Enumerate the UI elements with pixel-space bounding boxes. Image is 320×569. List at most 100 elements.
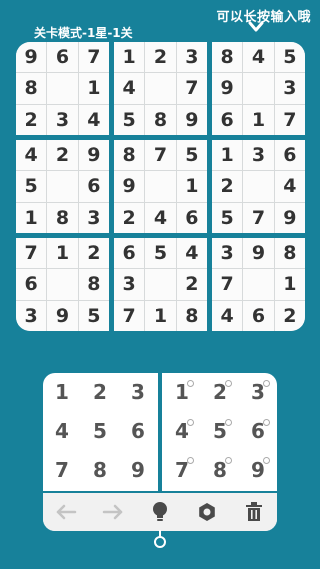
delete-button[interactable] xyxy=(241,499,267,525)
sudoku-cell[interactable]: 1 xyxy=(145,300,176,331)
note-key[interactable]: 2 xyxy=(201,373,239,412)
sudoku-cell[interactable]: 7 xyxy=(78,42,109,73)
sudoku-cell[interactable]: 2 xyxy=(176,269,207,300)
sudoku-cell[interactable]: 7 xyxy=(145,140,176,171)
sudoku-cell[interactable]: 3 xyxy=(114,269,145,300)
sudoku-cell[interactable]: 9 xyxy=(243,238,274,269)
redo-button[interactable] xyxy=(100,499,126,525)
sudoku-cell[interactable]: 5 xyxy=(78,300,109,331)
sudoku-cell[interactable]: 1 xyxy=(114,42,145,73)
note-key[interactable]: 7 xyxy=(163,450,201,489)
sudoku-cell[interactable]: 6 xyxy=(78,171,109,202)
sudoku-cell[interactable]: 6 xyxy=(114,238,145,269)
sudoku-cell[interactable]: 2 xyxy=(145,42,176,73)
sudoku-cell[interactable]: 6 xyxy=(274,140,305,171)
sudoku-cell[interactable]: 8 xyxy=(47,202,78,233)
sudoku-cell[interactable] xyxy=(243,171,274,202)
sudoku-cell[interactable]: 2 xyxy=(16,104,47,135)
note-key[interactable]: 4 xyxy=(163,412,201,451)
sudoku-cell[interactable]: 1 xyxy=(212,140,243,171)
sudoku-cell[interactable]: 1 xyxy=(176,171,207,202)
sudoku-cell[interactable]: 8 xyxy=(274,238,305,269)
sudoku-cell[interactable]: 2 xyxy=(114,202,145,233)
sudoku-cell[interactable] xyxy=(47,73,78,104)
sudoku-cell[interactable]: 3 xyxy=(243,140,274,171)
sudoku-cell[interactable]: 4 xyxy=(114,73,145,104)
sudoku-cell[interactable]: 8 xyxy=(16,73,47,104)
note-key[interactable]: 6 xyxy=(239,412,277,451)
sudoku-cell[interactable]: 8 xyxy=(145,104,176,135)
sudoku-cell[interactable]: 6 xyxy=(212,104,243,135)
sudoku-cell[interactable]: 4 xyxy=(145,202,176,233)
sudoku-cell[interactable]: 5 xyxy=(16,171,47,202)
sudoku-cell[interactable]: 3 xyxy=(274,73,305,104)
sudoku-cell[interactable] xyxy=(243,269,274,300)
sudoku-cell[interactable]: 5 xyxy=(176,140,207,171)
note-key[interactable]: 1 xyxy=(163,373,201,412)
settings-button[interactable] xyxy=(194,499,220,525)
sudoku-cell[interactable]: 4 xyxy=(243,42,274,73)
sudoku-cell[interactable]: 1 xyxy=(243,104,274,135)
sudoku-cell[interactable]: 4 xyxy=(274,171,305,202)
sudoku-cell[interactable]: 7 xyxy=(212,269,243,300)
number-key[interactable]: 1 xyxy=(43,373,81,412)
number-key[interactable]: 2 xyxy=(81,373,119,412)
sudoku-cell[interactable]: 2 xyxy=(78,238,109,269)
sudoku-cell[interactable]: 7 xyxy=(274,104,305,135)
sudoku-cell[interactable]: 9 xyxy=(176,104,207,135)
sudoku-cell[interactable]: 9 xyxy=(78,140,109,171)
sudoku-cell[interactable]: 7 xyxy=(16,238,47,269)
number-key[interactable]: 8 xyxy=(81,450,119,489)
number-key[interactable]: 6 xyxy=(119,412,157,451)
sudoku-cell[interactable]: 2 xyxy=(274,300,305,331)
hint-button[interactable] xyxy=(147,499,173,525)
sudoku-cell[interactable]: 6 xyxy=(243,300,274,331)
number-key[interactable]: 9 xyxy=(119,450,157,489)
sudoku-cell[interactable]: 9 xyxy=(274,202,305,233)
sudoku-cell[interactable]: 9 xyxy=(16,42,47,73)
sudoku-cell[interactable]: 5 xyxy=(145,238,176,269)
sudoku-cell[interactable] xyxy=(47,269,78,300)
sudoku-cell[interactable]: 1 xyxy=(78,73,109,104)
number-key[interactable]: 7 xyxy=(43,450,81,489)
sudoku-cell[interactable] xyxy=(145,269,176,300)
sudoku-cell[interactable]: 3 xyxy=(78,202,109,233)
sudoku-cell[interactable] xyxy=(47,171,78,202)
sudoku-cell[interactable]: 3 xyxy=(212,238,243,269)
sudoku-cell[interactable] xyxy=(145,73,176,104)
number-key[interactable]: 5 xyxy=(81,412,119,451)
sudoku-cell[interactable]: 2 xyxy=(47,140,78,171)
sudoku-cell[interactable]: 6 xyxy=(16,269,47,300)
undo-button[interactable] xyxy=(53,499,79,525)
sudoku-cell[interactable]: 3 xyxy=(176,42,207,73)
sudoku-cell[interactable]: 5 xyxy=(274,42,305,73)
sudoku-cell[interactable]: 4 xyxy=(176,238,207,269)
sudoku-cell[interactable]: 8 xyxy=(78,269,109,300)
sudoku-cell[interactable]: 1 xyxy=(47,238,78,269)
note-key[interactable]: 8 xyxy=(201,450,239,489)
note-key[interactable]: 5 xyxy=(201,412,239,451)
sudoku-cell[interactable]: 8 xyxy=(176,300,207,331)
sudoku-cell[interactable]: 8 xyxy=(212,42,243,73)
sudoku-cell[interactable]: 9 xyxy=(47,300,78,331)
sudoku-cell[interactable]: 1 xyxy=(274,269,305,300)
sudoku-cell[interactable]: 7 xyxy=(243,202,274,233)
sudoku-cell[interactable]: 9 xyxy=(212,73,243,104)
sudoku-cell[interactable]: 6 xyxy=(176,202,207,233)
panel-handle[interactable] xyxy=(154,536,166,548)
sudoku-cell[interactable]: 5 xyxy=(114,104,145,135)
sudoku-cell[interactable]: 6 xyxy=(47,42,78,73)
sudoku-cell[interactable] xyxy=(145,171,176,202)
sudoku-cell[interactable]: 1 xyxy=(16,202,47,233)
sudoku-cell[interactable]: 7 xyxy=(114,300,145,331)
sudoku-cell[interactable]: 4 xyxy=(212,300,243,331)
sudoku-cell[interactable]: 4 xyxy=(78,104,109,135)
sudoku-cell[interactable] xyxy=(243,73,274,104)
note-key[interactable]: 3 xyxy=(239,373,277,412)
sudoku-cell[interactable]: 3 xyxy=(16,300,47,331)
number-key[interactable]: 3 xyxy=(119,373,157,412)
sudoku-cell[interactable]: 2 xyxy=(212,171,243,202)
sudoku-cell[interactable]: 7 xyxy=(176,73,207,104)
sudoku-cell[interactable]: 4 xyxy=(16,140,47,171)
sudoku-cell[interactable]: 3 xyxy=(47,104,78,135)
